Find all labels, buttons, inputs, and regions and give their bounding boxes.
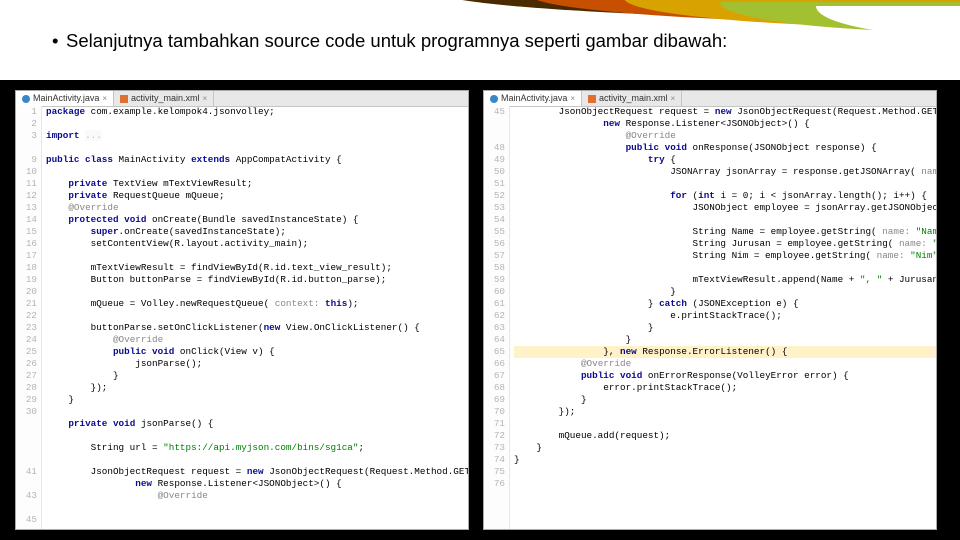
xml-file-icon	[120, 95, 128, 103]
gutter-right: 45 4849505152535455565758596061626364656…	[484, 106, 510, 529]
close-icon[interactable]: ×	[671, 91, 676, 106]
slide-bullet: •Selanjutnya tambahkan source code untuk…	[52, 30, 727, 52]
code-left: package com.example.kelompok4.jsonvolley…	[42, 106, 468, 529]
tab-label: MainActivity.java	[501, 91, 567, 106]
bullet-text: Selanjutnya tambahkan source code untuk …	[66, 30, 727, 51]
code-right: JsonObjectRequest request = new JsonObje…	[510, 106, 936, 529]
code-pane-left: MainActivity.java×activity_main.xml× 123…	[15, 90, 469, 530]
close-icon[interactable]: ×	[203, 91, 208, 106]
close-icon[interactable]: ×	[102, 91, 107, 106]
close-icon[interactable]: ×	[570, 91, 575, 106]
tab-bar-left: MainActivity.java×activity_main.xml×	[16, 91, 468, 107]
tab-bar-right: MainActivity.java×activity_main.xml×	[484, 91, 936, 107]
tab-label: activity_main.xml	[131, 91, 200, 106]
editor-tab[interactable]: MainActivity.java×	[484, 91, 582, 106]
editor-tab[interactable]: activity_main.xml×	[582, 91, 682, 106]
java-file-icon	[490, 95, 498, 103]
xml-file-icon	[588, 95, 596, 103]
editor-tab[interactable]: MainActivity.java×	[16, 91, 114, 106]
tab-label: activity_main.xml	[599, 91, 668, 106]
java-file-icon	[22, 95, 30, 103]
code-pane-right: MainActivity.java×activity_main.xml× 45 …	[483, 90, 937, 530]
gutter-left: 123 910111213141516171819202122232425262…	[16, 106, 42, 529]
tab-label: MainActivity.java	[33, 91, 99, 106]
editor-tab[interactable]: activity_main.xml×	[114, 91, 214, 106]
